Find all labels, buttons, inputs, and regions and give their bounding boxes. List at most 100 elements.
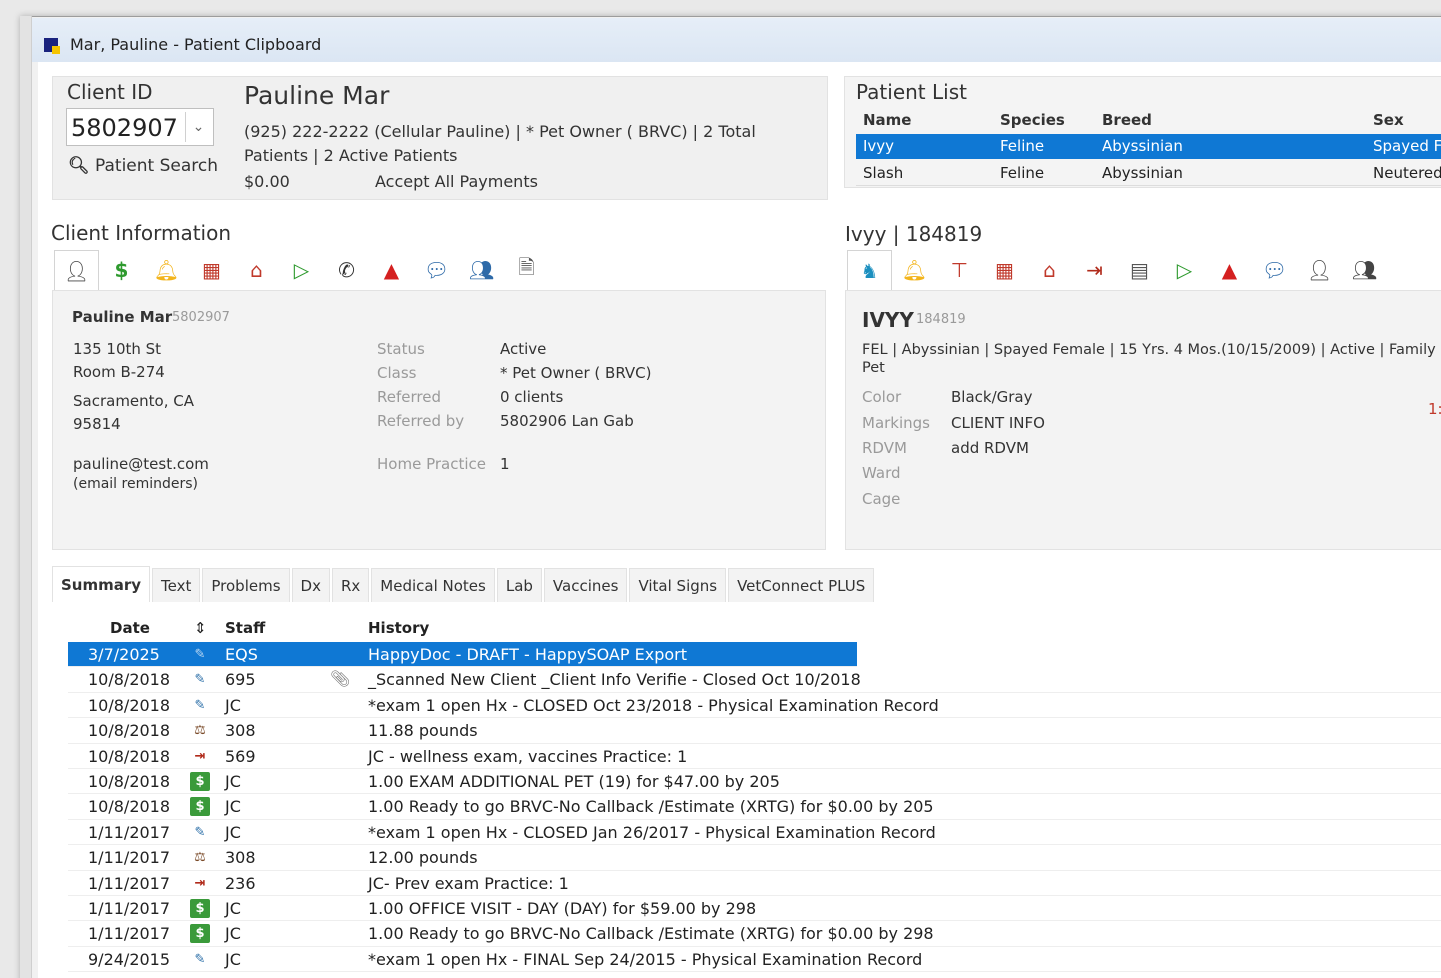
tab-vital-signs[interactable]: Vital Signs bbox=[629, 568, 727, 602]
sort-icon[interactable]: ⇕ bbox=[194, 619, 207, 637]
client-summary-line1: (925) 222-2222 (Cellular Pauline) | * Pe… bbox=[244, 122, 756, 141]
scale-icon[interactable]: ⊤ bbox=[937, 250, 982, 290]
history-text: 1.00 Ready to go BRVC-No Callback /Estim… bbox=[368, 797, 934, 817]
history-row[interactable]: 10/8/2018 ⚖ 308 11.88 pounds bbox=[68, 718, 1441, 744]
col-history[interactable]: History bbox=[368, 619, 429, 637]
calendar-icon[interactable]: ▦ bbox=[189, 250, 234, 290]
patient-search-label: Patient Search bbox=[95, 156, 219, 176]
history-text: *exam 1 open Hx - CLOSED Jan 26/2017 - P… bbox=[368, 822, 936, 842]
tab-vaccines[interactable]: Vaccines bbox=[543, 568, 628, 602]
house-icon[interactable]: ⌂ bbox=[1027, 250, 1072, 290]
app-logo-icon bbox=[44, 38, 60, 54]
chat-icon[interactable]: 💬︎ bbox=[1252, 250, 1297, 290]
person-icon[interactable]: 👤︎ bbox=[1297, 250, 1342, 290]
house-icon[interactable]: ⌂ bbox=[234, 250, 279, 290]
history-row[interactable]: 10/8/2018 ✎ JC *exam 1 open Hx - CLOSED Oct… bbox=[68, 693, 1441, 719]
calendar-icon[interactable]: ▦ bbox=[982, 250, 1027, 290]
patient-info-panel bbox=[845, 290, 1441, 550]
bell-icon[interactable]: 🔔︎ bbox=[892, 250, 937, 290]
checkout-icon[interactable]: ▷ bbox=[279, 250, 324, 290]
tab-text[interactable]: Text bbox=[152, 568, 201, 602]
history-row[interactable]: 10/8/2018 $ JC 1.00 EXAM ADDITIONAL PET (19… bbox=[68, 769, 1441, 795]
tab-lab[interactable]: Lab bbox=[496, 568, 542, 602]
history-staff: 569 bbox=[225, 746, 256, 766]
patient-row-slash[interactable]: Slash Feline Abyssinian Neutered bbox=[856, 161, 1441, 186]
history-staff: JC bbox=[225, 695, 241, 715]
col-breed[interactable]: Breed bbox=[1102, 111, 1152, 129]
invoice-icon: $ bbox=[190, 924, 210, 944]
referred-value: 0 clients bbox=[500, 388, 564, 406]
referred-by-label: Referred by bbox=[377, 412, 465, 430]
history-row[interactable]: 10/8/2018 $ JC 1.00 Ready to go BRVC-No Cal… bbox=[68, 794, 1441, 820]
col-date[interactable]: Date bbox=[110, 619, 150, 637]
dollar-icon[interactable]: $ bbox=[99, 250, 144, 290]
tab-problems[interactable]: Problems bbox=[202, 568, 290, 602]
history-row[interactable]: 10/8/2018 ✎ 695 📎︎ _Scanned New Client _Clie… bbox=[68, 667, 1441, 693]
client-zip: 95814 bbox=[73, 415, 121, 433]
client-summary-line2: Patients | 2 Active Patients bbox=[244, 146, 458, 165]
tab-vetconnect-plus[interactable]: VetConnect PLUS bbox=[728, 568, 875, 602]
client-balance: $0.00 bbox=[244, 172, 290, 191]
patient-list-label: Patient List bbox=[856, 80, 967, 104]
history-row[interactable]: 1/11/2017 $ JC 1.00 Ready to go BRVC-No Cal… bbox=[68, 921, 1441, 947]
history-row[interactable]: 1/11/2017 ✎ JC *exam 1 open Hx - CLOSED Jan… bbox=[68, 820, 1441, 846]
markings-value: CLIENT INFO bbox=[951, 414, 1045, 432]
checkin-icon[interactable]: ⇥ bbox=[1072, 250, 1117, 290]
history-date: 10/8/2018 bbox=[88, 721, 171, 741]
tab-dx[interactable]: Dx bbox=[291, 568, 330, 602]
status-value: Active bbox=[500, 340, 547, 358]
phone-icon[interactable]: ✆ bbox=[324, 250, 369, 290]
history-row[interactable]: 1/11/2017 ⚖ 308 12.00 pounds bbox=[68, 845, 1441, 871]
history-header: Date ⇕ Staff History bbox=[68, 616, 1441, 641]
client-information-label: Client Information bbox=[51, 221, 232, 245]
history-staff: JC bbox=[225, 822, 241, 842]
tab-medical-notes[interactable]: Medical Notes bbox=[371, 568, 495, 602]
col-name[interactable]: Name bbox=[863, 111, 911, 129]
contacts-icon[interactable]: 👥︎ bbox=[459, 250, 504, 290]
person-icon[interactable]: 👤︎ bbox=[54, 250, 99, 290]
client-id-label: Client ID bbox=[67, 80, 153, 104]
document-icon: ✎ bbox=[194, 672, 206, 688]
ward-label: Ward bbox=[862, 464, 901, 482]
patient-row-ivyy[interactable]: Ivyy Feline Abyssinian Spayed Fe bbox=[856, 134, 1441, 159]
document-icon[interactable]: 🗎 bbox=[504, 250, 549, 290]
invoice-icon: $ bbox=[190, 797, 210, 817]
patient-list-header: Name Species Breed Sex bbox=[856, 108, 1441, 132]
history-row[interactable]: 1/11/2017 ⇥ 236 JC- Prev exam Practice: 1 bbox=[68, 871, 1441, 896]
checkout-icon[interactable]: ▷ bbox=[1162, 250, 1207, 290]
tab-summary[interactable]: Summary bbox=[52, 566, 151, 602]
col-staff[interactable]: Staff bbox=[225, 619, 265, 637]
history-date: 1/11/2017 bbox=[88, 924, 171, 944]
chevron-down-icon[interactable]: ⌄ bbox=[185, 112, 211, 142]
referred-by-value: 5802906 Lan Gab bbox=[500, 412, 634, 430]
history-date: 1/11/2017 bbox=[88, 873, 171, 893]
col-sex[interactable]: Sex bbox=[1373, 111, 1404, 129]
history-row[interactable]: 3/7/2025 ✎ EQS HappyDoc - DRAFT - HappySOAP… bbox=[68, 642, 857, 668]
paperclip-icon[interactable]: 📎︎ bbox=[330, 669, 350, 688]
history-row[interactable]: 10/8/2018 ⇥ 569 JC - wellness exam, vaccine… bbox=[68, 744, 1441, 769]
history-staff: JC bbox=[225, 899, 241, 918]
history-row[interactable]: 9/24/2015 ✎ JC *exam 1 open Hx - FINAL Sep … bbox=[68, 947, 1441, 973]
history-text: 1.00 OFFICE VISIT - DAY (DAY) for $59.00… bbox=[368, 899, 757, 918]
search-icon: 🔍︎ bbox=[68, 156, 90, 176]
col-species[interactable]: Species bbox=[1000, 111, 1065, 129]
client-id-combobox[interactable]: 5802907 ⌄ bbox=[66, 108, 214, 146]
home-practice-value: 1 bbox=[500, 455, 510, 473]
bell-icon[interactable]: 🔔︎ bbox=[144, 250, 189, 290]
class-value: * Pet Owner ( BRVC) bbox=[500, 364, 652, 382]
history-row[interactable]: 1/11/2017 $ JC 1.00 OFFICE VISIT - DAY (DAY… bbox=[68, 896, 1441, 922]
client-email[interactable]: pauline@test.com bbox=[73, 455, 209, 473]
add-rdvm-link[interactable]: add RDVM bbox=[951, 439, 1029, 457]
history-staff: 308 bbox=[225, 848, 256, 868]
chat-icon[interactable]: 💬︎ bbox=[414, 250, 459, 290]
medical-record-tabs: Summary Text Problems Dx Rx Medical Note… bbox=[52, 566, 876, 602]
alert-icon[interactable]: ▲ bbox=[1207, 250, 1252, 290]
patient-search-link[interactable]: 🔍︎ Patient Search bbox=[68, 156, 218, 176]
alert-icon[interactable]: ▲ bbox=[369, 250, 414, 290]
history-date: 10/8/2018 bbox=[88, 695, 171, 715]
animal-icon[interactable]: ♞ bbox=[847, 250, 892, 290]
chart-icon[interactable]: ▤ bbox=[1117, 250, 1162, 290]
history-text: _Scanned New Client _Client Info Verifie… bbox=[368, 670, 861, 690]
people-icon[interactable]: 👥︎ bbox=[1342, 250, 1387, 290]
tab-rx[interactable]: Rx bbox=[331, 568, 370, 602]
